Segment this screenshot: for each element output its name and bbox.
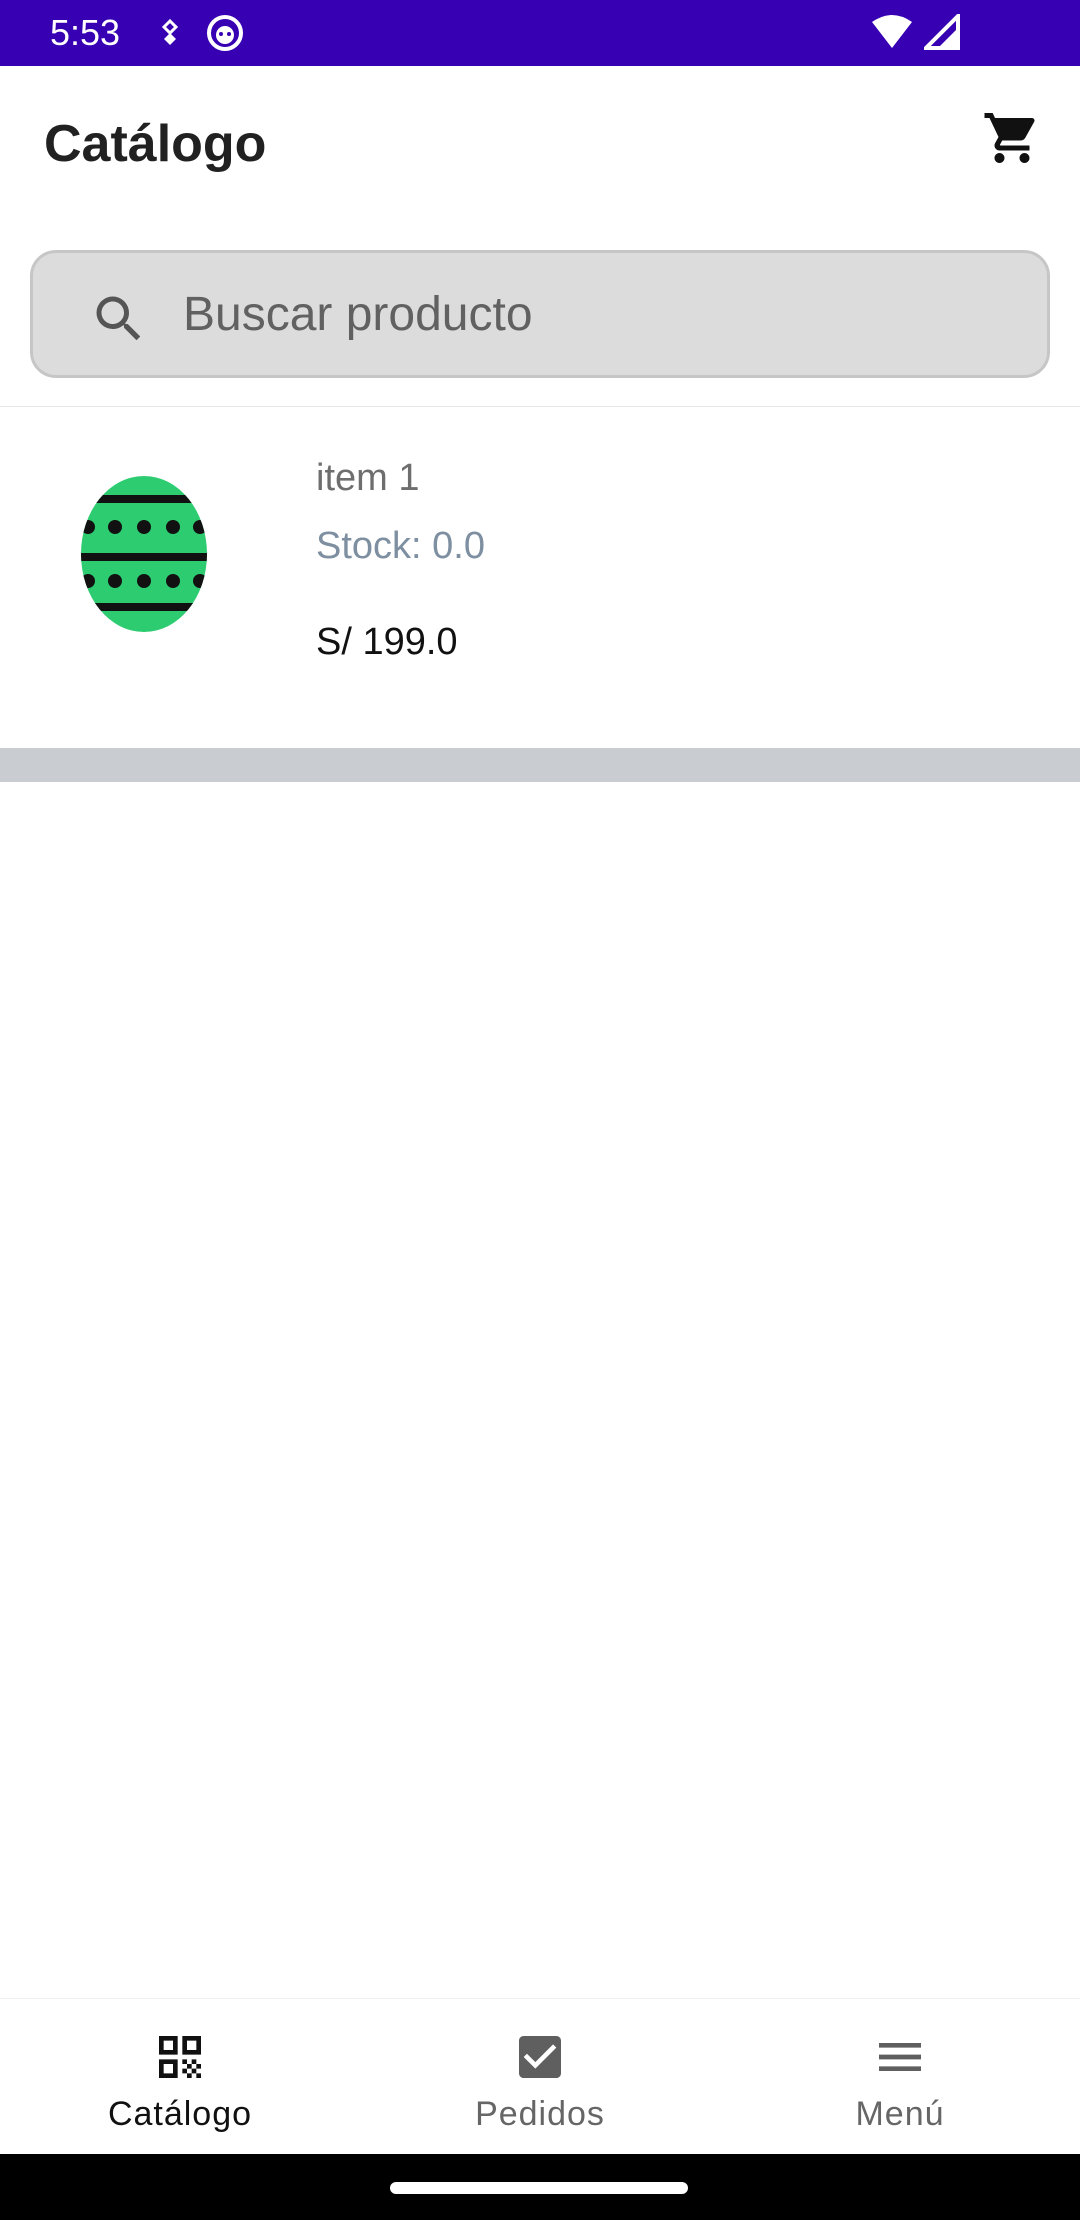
- notification-icon: [161, 18, 179, 45]
- nav-label: Pedidos: [475, 2095, 605, 2133]
- search-icon: [96, 296, 141, 341]
- menu-icon: [870, 2027, 930, 2087]
- product-list: item 1 Stock: 0.0 S/ 199.0: [0, 406, 1080, 782]
- nav-label: Catálogo: [107, 2095, 253, 2133]
- wifi-icon: [872, 15, 912, 48]
- search-bar[interactable]: [30, 250, 1050, 378]
- nav-item-menu[interactable]: Menú: [720, 1999, 1080, 2154]
- checkbox-icon: [510, 2027, 570, 2087]
- nav-label: Menú: [855, 2095, 945, 2133]
- nav-item-catalogo[interactable]: Catálogo: [0, 1999, 360, 2154]
- status-notification-icons: [154, 14, 244, 52]
- shopping-cart-icon: [984, 113, 1035, 163]
- nav-item-pedidos[interactable]: Pedidos: [360, 1999, 720, 2154]
- search-input[interactable]: [183, 253, 1003, 375]
- qr-code-icon: [150, 2027, 210, 2087]
- product-price: S/ 199.0: [316, 621, 458, 663]
- android-face-icon: [207, 15, 243, 51]
- cart-button[interactable]: [980, 106, 1044, 170]
- product-image: [81, 476, 207, 632]
- status-time: 5:53: [50, 12, 121, 53]
- status-bar: 5:53: [0, 0, 1080, 66]
- product-card[interactable]: item 1 Stock: 0.0 S/ 199.0: [0, 407, 1080, 748]
- app-bar: Catálogo: [0, 66, 1080, 226]
- product-stock: Stock: 0.0: [316, 525, 485, 567]
- cell-signal-icon: [924, 14, 960, 50]
- bottom-navigation: Catálogo Pedidos Menú: [0, 1998, 1080, 2154]
- page-title: Catálogo: [44, 115, 267, 173]
- system-gesture-bar: [0, 2154, 1080, 2220]
- status-system-icons: [870, 14, 962, 50]
- home-gesture-handle[interactable]: [390, 2182, 688, 2194]
- product-name: item 1: [316, 457, 420, 499]
